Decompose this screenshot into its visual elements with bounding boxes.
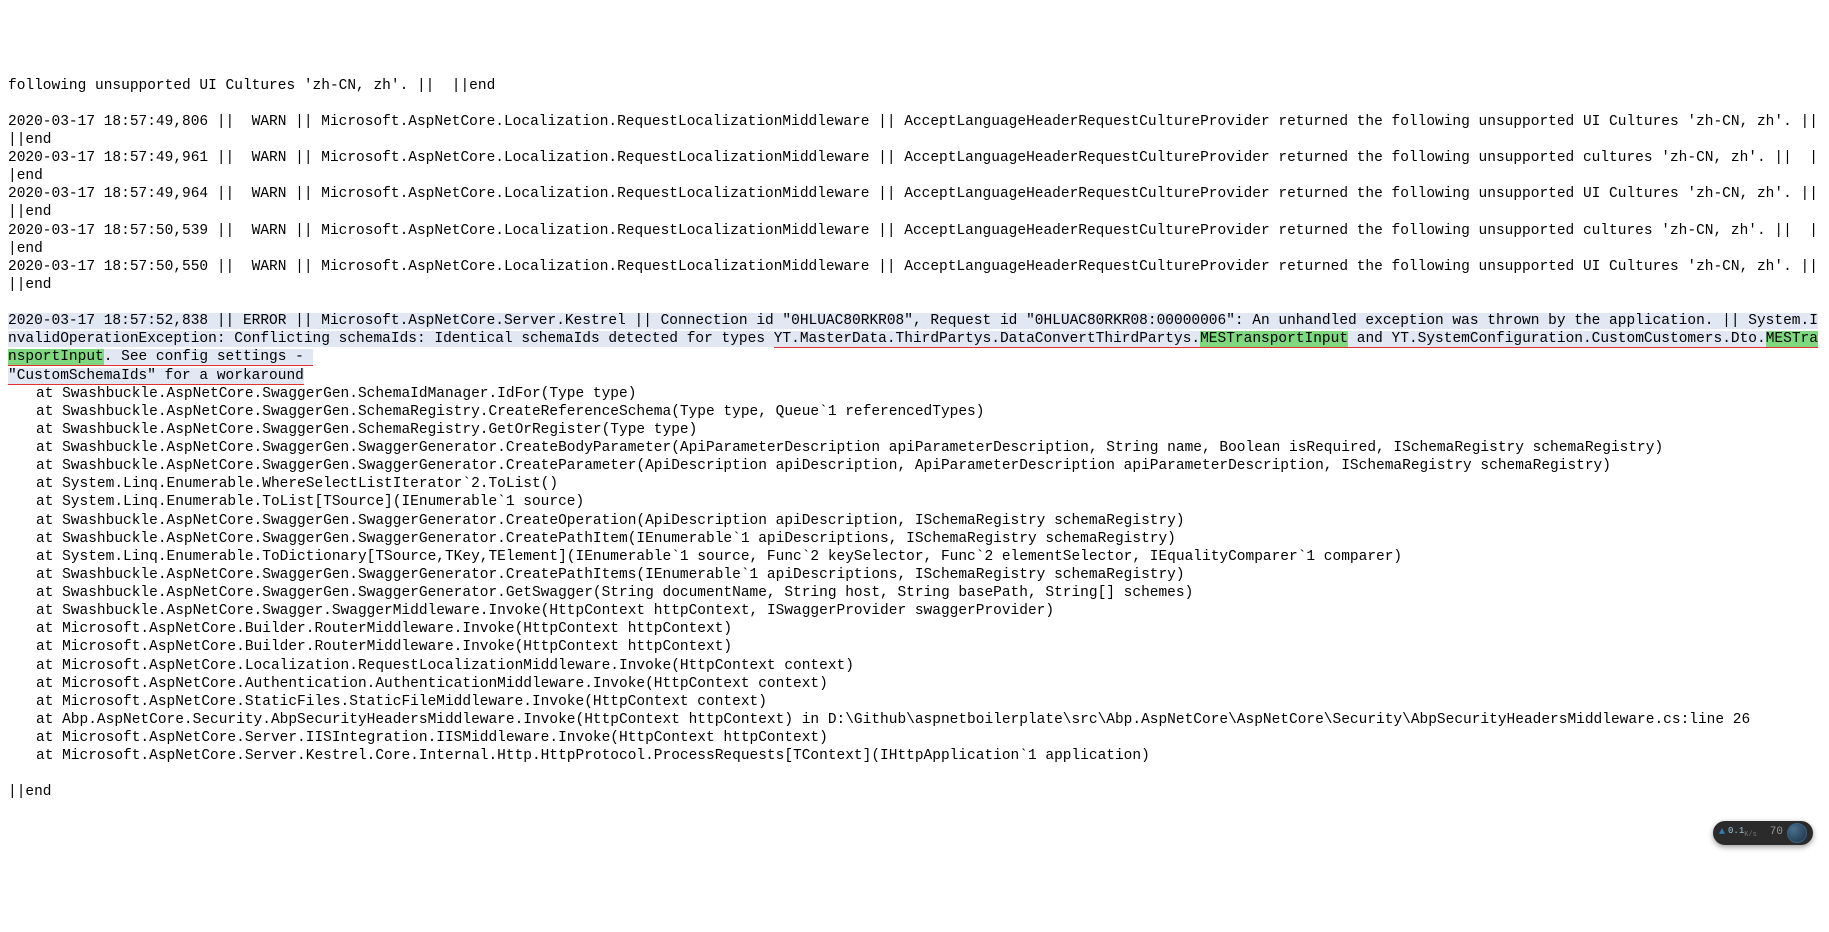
widget-right: 70 [1770,823,1807,843]
widget-speed-text: 0.1K/s [1728,827,1757,839]
log-line-truncated: following unsupported UI Cultures 'zh-CN… [8,77,1821,95]
stack-trace-line: at Swashbuckle.AspNetCore.Swagger.Swagge… [8,602,1821,620]
error-highlight-1: MESTransportInput [1200,331,1348,347]
stack-trace-line: at System.Linq.Enumerable.ToDictionary[T… [8,548,1821,566]
stack-trace-line: at Microsoft.AspNetCore.Server.IISIntegr… [8,729,1821,747]
stack-trace-line: at Microsoft.AspNetCore.Localization.Req… [8,657,1821,675]
warn-lines-container: 2020-03-17 18:57:49,806 || WARN || Micro… [8,113,1821,294]
stack-trace-line: at Microsoft.AspNetCore.Builder.RouterMi… [8,620,1821,638]
stack-trace-line: at Swashbuckle.AspNetCore.SwaggerGen.Swa… [8,584,1821,602]
stack-trace-line: at Abp.AspNetCore.Security.AbpSecurityHe… [8,711,1821,729]
log-warn-line: 2020-03-17 18:57:50,550 || WARN || Micro… [8,258,1821,294]
stack-trace-line: at Microsoft.AspNetCore.Builder.RouterMi… [8,638,1821,656]
upload-arrow-icon: ▲ [1719,827,1725,840]
stack-trace-line: at Microsoft.AspNetCore.Server.Kestrel.C… [8,747,1821,765]
stack-trace-line: at Swashbuckle.AspNetCore.SwaggerGen.Swa… [8,530,1821,548]
error-mid: and YT.SystemConfiguration.CustomCustome… [1348,331,1766,347]
stack-trace-line: at Swashbuckle.AspNetCore.SwaggerGen.Swa… [8,566,1821,584]
stack-trace-line: at System.Linq.Enumerable.WhereSelectLis… [8,475,1821,493]
stack-trace-line: at System.Linq.Enumerable.ToList[TSource… [8,493,1821,511]
log-warn-line: 2020-03-17 18:57:49,961 || WARN || Micro… [8,149,1821,185]
stack-trace-line: at Swashbuckle.AspNetCore.SwaggerGen.Sch… [8,421,1821,439]
widget-percent: 70 [1770,826,1783,840]
stack-trace-line: at Swashbuckle.AspNetCore.SwaggerGen.Sch… [8,403,1821,421]
log-end-marker: ||end [8,783,1821,801]
stack-trace-line: at Swashbuckle.AspNetCore.SwaggerGen.Sch… [8,385,1821,403]
stack-trace-line: at Swashbuckle.AspNetCore.SwaggerGen.Swa… [8,457,1821,475]
stack-trace-line: at Swashbuckle.AspNetCore.SwaggerGen.Swa… [8,439,1821,457]
stack-trace-container: at Swashbuckle.AspNetCore.SwaggerGen.Sch… [8,385,1821,766]
error-type1-ns: YT.MasterData.ThirdPartys.DataConvertThi… [774,331,1200,347]
stack-trace-line: at Microsoft.AspNetCore.StaticFiles.Stat… [8,693,1821,711]
stack-trace-line: at Swashbuckle.AspNetCore.SwaggerGen.Swa… [8,512,1821,530]
widget-globe-icon [1787,823,1807,843]
log-warn-line: 2020-03-17 18:57:49,964 || WARN || Micro… [8,185,1821,221]
network-speed-widget[interactable]: ▲ 0.1K/s 70 [1713,821,1813,845]
error-underlined-workaround: "CustomSchemaIds" for a workaround [8,368,304,385]
log-warn-line: 2020-03-17 18:57:50,539 || WARN || Micro… [8,222,1821,258]
widget-left: ▲ 0.1K/s [1719,827,1757,840]
log-warn-line: 2020-03-17 18:57:49,806 || WARN || Micro… [8,113,1821,149]
error-after-hl2: . See config settings - [104,349,313,365]
error-log-block: 2020-03-17 18:57:52,838 || ERROR || Micr… [8,313,1818,383]
stack-trace-line: at Microsoft.AspNetCore.Authentication.A… [8,675,1821,693]
